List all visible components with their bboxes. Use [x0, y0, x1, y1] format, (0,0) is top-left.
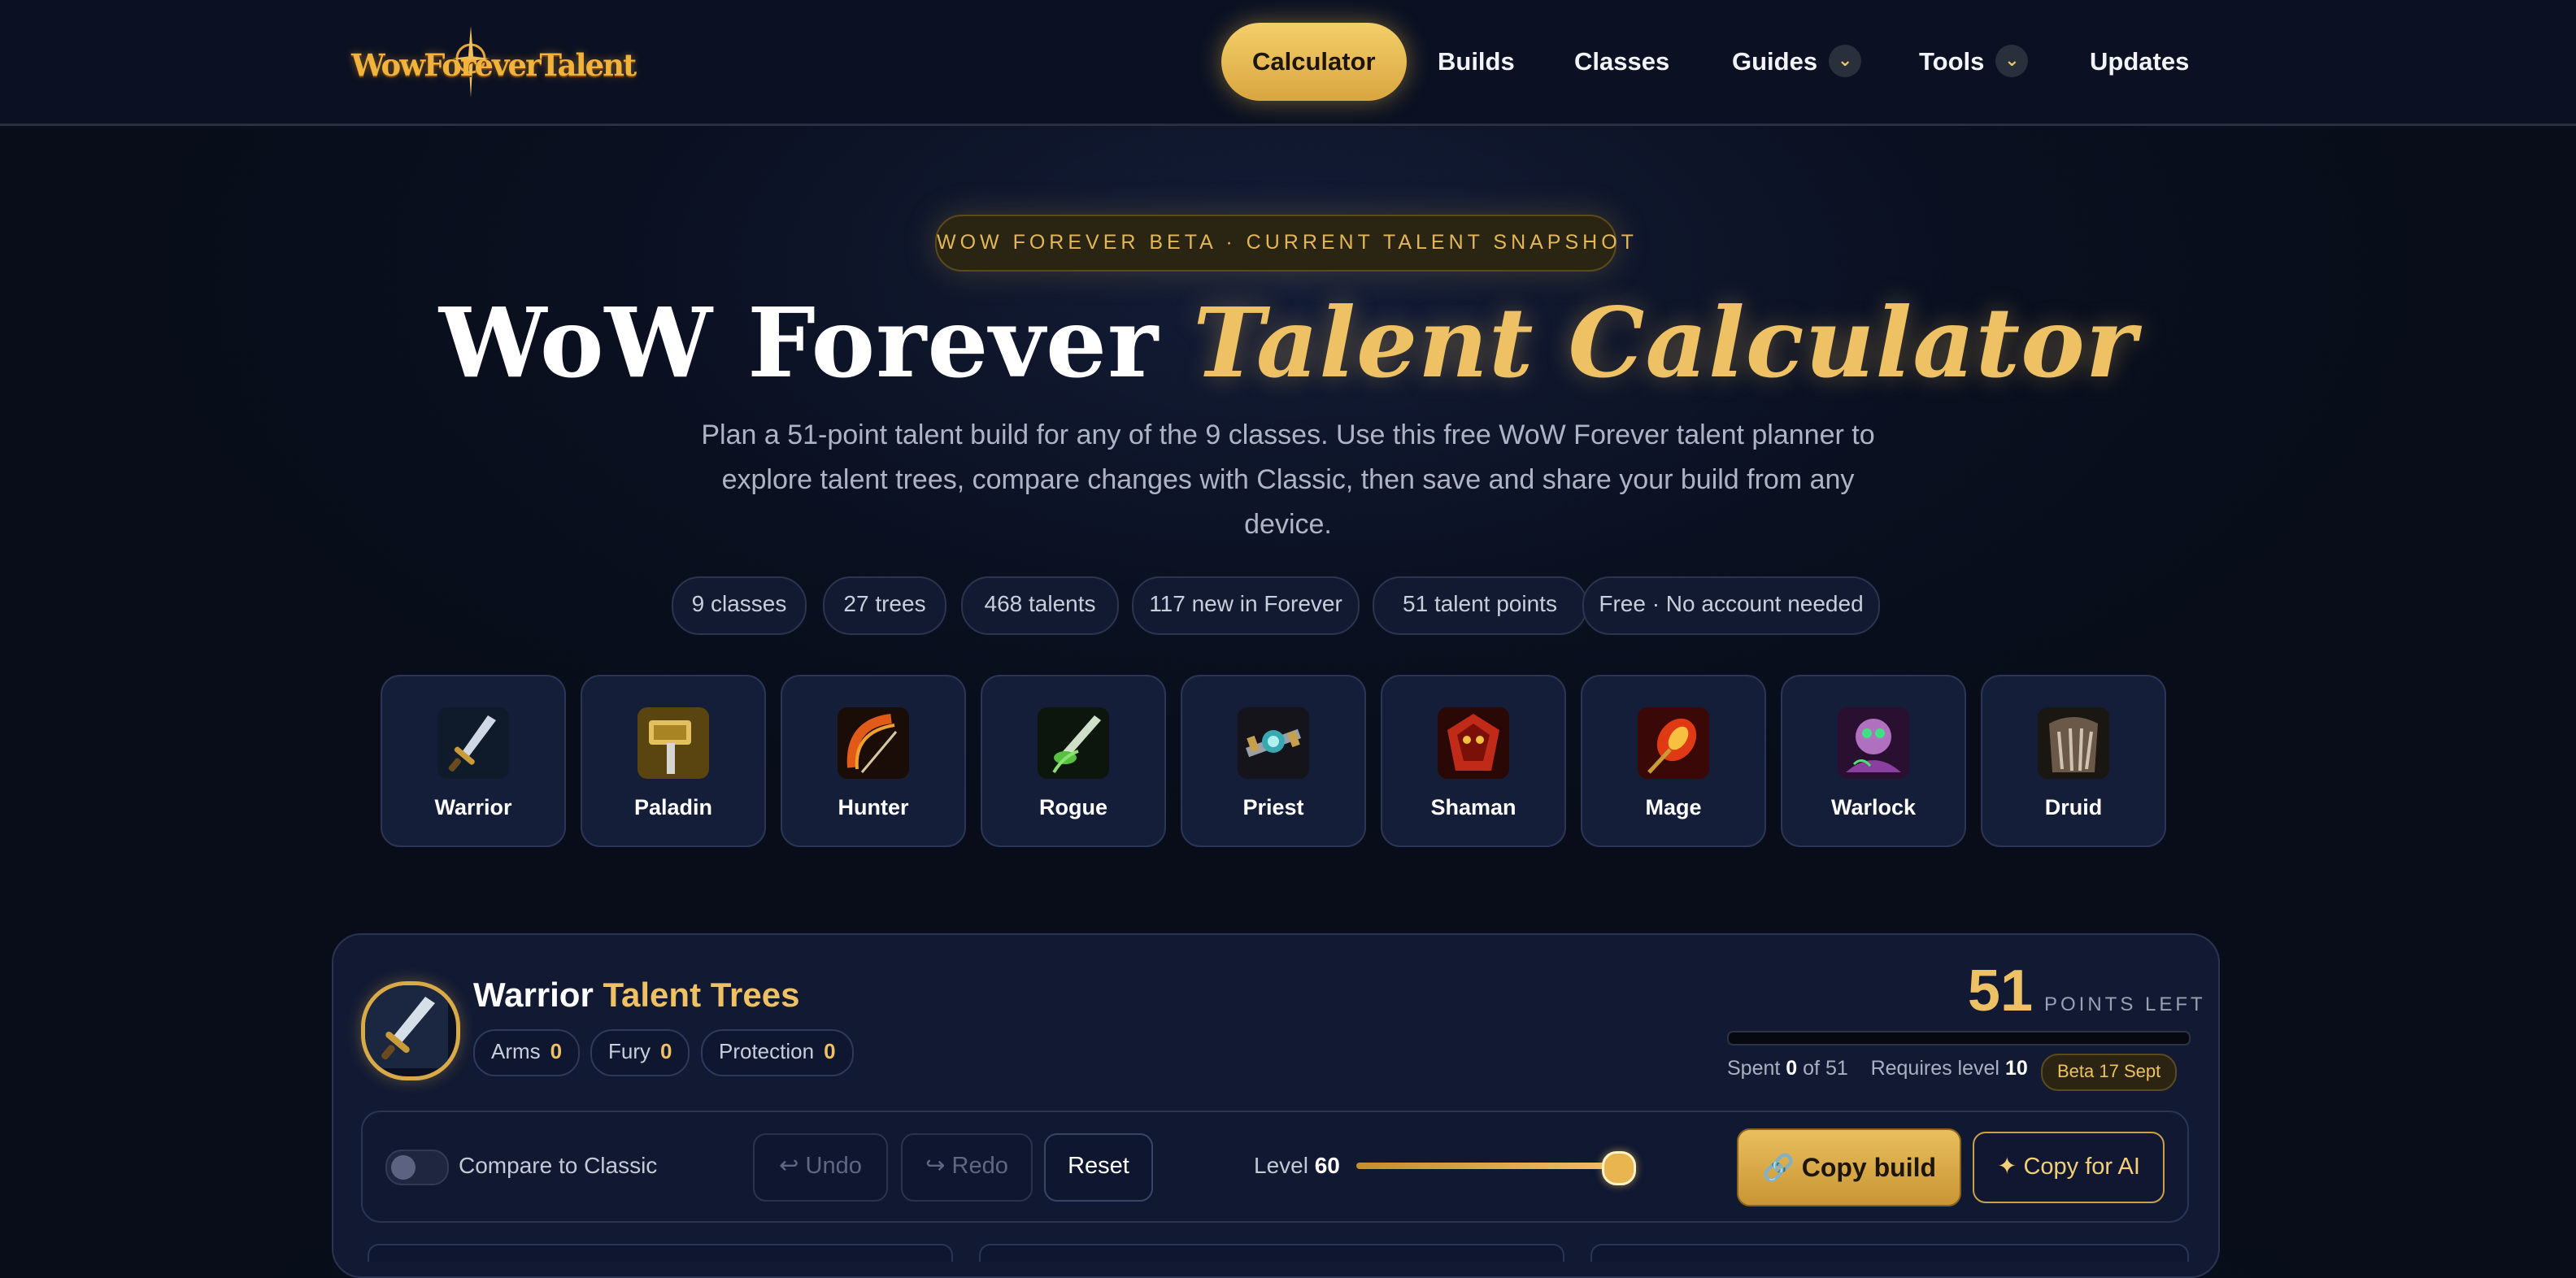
stat-pill: 27 trees [823, 576, 946, 635]
paw-icon [2038, 707, 2109, 779]
points-progress-bar [1727, 1031, 2191, 1045]
beta-badge: WOW FOREVER BETA · CURRENT TALENT SNAPSH… [935, 215, 1634, 272]
site-logo[interactable]: WowForeverTalent [351, 23, 637, 101]
nav-guides-label: Guides [1732, 47, 1818, 76]
title-suffix: Talent Trees [603, 976, 800, 1014]
panel-title: Warrior Talent Trees [473, 976, 799, 1015]
class-label: Rogue [1039, 795, 1107, 819]
spent-value: 0 [1786, 1057, 1798, 1080]
spent-prefix: Spent [1727, 1057, 1781, 1080]
nav-updates-label: Updates [2090, 47, 2190, 76]
nav-classes[interactable]: Classes [1543, 23, 1700, 101]
class-card-hunter[interactable]: Hunter [781, 675, 966, 847]
tree-name: Fury [608, 1039, 651, 1063]
class-card-paladin[interactable]: Paladin [581, 675, 766, 847]
tree-name: Protection [719, 1039, 815, 1063]
nav-tools-label: Tools [1919, 47, 1985, 76]
points-left-label: POINTS LEFT [2044, 993, 2206, 1015]
nav-calculator-label: Calculator [1252, 47, 1376, 76]
fel-icon [1838, 707, 1909, 779]
stat-pill: Free · No account needed [1582, 576, 1880, 635]
class-label: Priest [1242, 795, 1304, 819]
class-label: Druid [2044, 795, 2103, 819]
tree-points: 0 [550, 1039, 563, 1063]
logo-text: WowForeverTalent [351, 47, 637, 83]
class-card-shaman[interactable]: Shaman [1381, 675, 1566, 847]
bow-icon [838, 707, 909, 779]
stat-pill: 117 new in Forever [1132, 576, 1360, 635]
dagger-icon [1038, 707, 1109, 779]
stat-pill: 468 talents [961, 576, 1119, 635]
copy-for-ai-button[interactable]: ✦ Copy for AI [1973, 1132, 2165, 1203]
stat-pill: 51 talent points [1373, 576, 1587, 635]
class-label: Mage [1645, 795, 1702, 819]
class-card-warlock[interactable]: Warlock [1781, 675, 1966, 847]
requires-prefix: Requires level [1870, 1057, 1999, 1080]
compare-toggle[interactable] [385, 1150, 449, 1185]
level-slider-thumb[interactable] [1602, 1151, 1636, 1185]
page-title: WoW Forever Talent Calculator [0, 286, 2576, 399]
sword-icon [437, 707, 509, 779]
warrior-avatar [361, 981, 460, 1080]
tree-pill-arms[interactable]: Arms 0 [473, 1029, 581, 1076]
level-slider[interactable] [1356, 1163, 1617, 1169]
nav-classes-label: Classes [1574, 47, 1670, 76]
reset-button[interactable]: Reset [1044, 1133, 1153, 1202]
class-card-warrior[interactable]: Warrior [381, 675, 566, 847]
undo-button[interactable]: ↩ Undo [753, 1133, 888, 1202]
class-label: Warrior [434, 795, 512, 819]
spent-of: of 51 [1803, 1057, 1848, 1080]
nav-updates[interactable]: Updates [2059, 23, 2220, 101]
totem-icon [1438, 707, 1509, 779]
nav-builds[interactable]: Builds [1407, 23, 1546, 101]
chevron-down-icon: ⌄ [1829, 44, 1862, 77]
class-label: Shaman [1430, 795, 1516, 819]
nav-calculator[interactable]: Calculator [1221, 23, 1407, 101]
tree-pill-protection[interactable]: Protection 0 [701, 1029, 854, 1076]
level-label: Level 60 [1254, 1153, 1340, 1179]
class-label: Paladin [633, 795, 713, 819]
beta-date-badge: Beta 17 Sept [2041, 1054, 2178, 1091]
class-card-druid[interactable]: Druid [1981, 675, 2166, 847]
nav-guides[interactable]: Guides ⌄ [1701, 23, 1892, 101]
nav-tools[interactable]: Tools ⌄ [1888, 23, 2059, 101]
tree-points: 0 [824, 1039, 836, 1063]
tree-points: 0 [660, 1039, 672, 1063]
tree-card-fury [979, 1244, 1564, 1262]
tree-card-protection [1590, 1244, 2189, 1262]
title-white: WoW Forever [438, 286, 1194, 399]
spent-info: Spent 0 of 51 Requires level 10 [1727, 1057, 2028, 1080]
nav-builds-label: Builds [1438, 47, 1515, 76]
tree-pill-fury[interactable]: Fury 0 [590, 1029, 690, 1076]
toggle-knob [391, 1155, 416, 1180]
copy-build-button[interactable]: 🔗 Copy build [1737, 1128, 1961, 1206]
class-card-priest[interactable]: Priest [1181, 675, 1366, 847]
redo-button[interactable]: ↪ Redo [901, 1133, 1033, 1202]
points-left-value: 51 [1967, 958, 2033, 1024]
class-label: Warlock [1830, 795, 1917, 819]
chevron-down-icon: ⌄ [1995, 44, 2029, 77]
hero-subtitle: Plan a 51-point talent build for any of … [701, 419, 1875, 540]
level-value: 60 [1314, 1153, 1340, 1178]
compare-label: Compare to Classic [459, 1153, 658, 1178]
level-text: Level [1254, 1153, 1308, 1178]
sword-icon [365, 985, 448, 1068]
stat-pill: 9 classes [672, 576, 807, 635]
staff-icon [1238, 707, 1309, 779]
requires-level: 10 [2004, 1057, 2028, 1080]
class-card-mage[interactable]: Mage [1581, 675, 1766, 847]
class-card-rogue[interactable]: Rogue [981, 675, 1166, 847]
class-name: Warrior [473, 976, 594, 1014]
top-nav: WowForeverTalent Calculator Builds Class… [0, 0, 2576, 126]
title-gold: Talent Calculator [1193, 286, 2138, 399]
hammer-icon [637, 707, 709, 779]
fire-icon [1638, 707, 1709, 779]
tree-card-arms [368, 1244, 953, 1262]
class-label: Hunter [838, 795, 909, 819]
tree-name: Arms [491, 1039, 541, 1063]
